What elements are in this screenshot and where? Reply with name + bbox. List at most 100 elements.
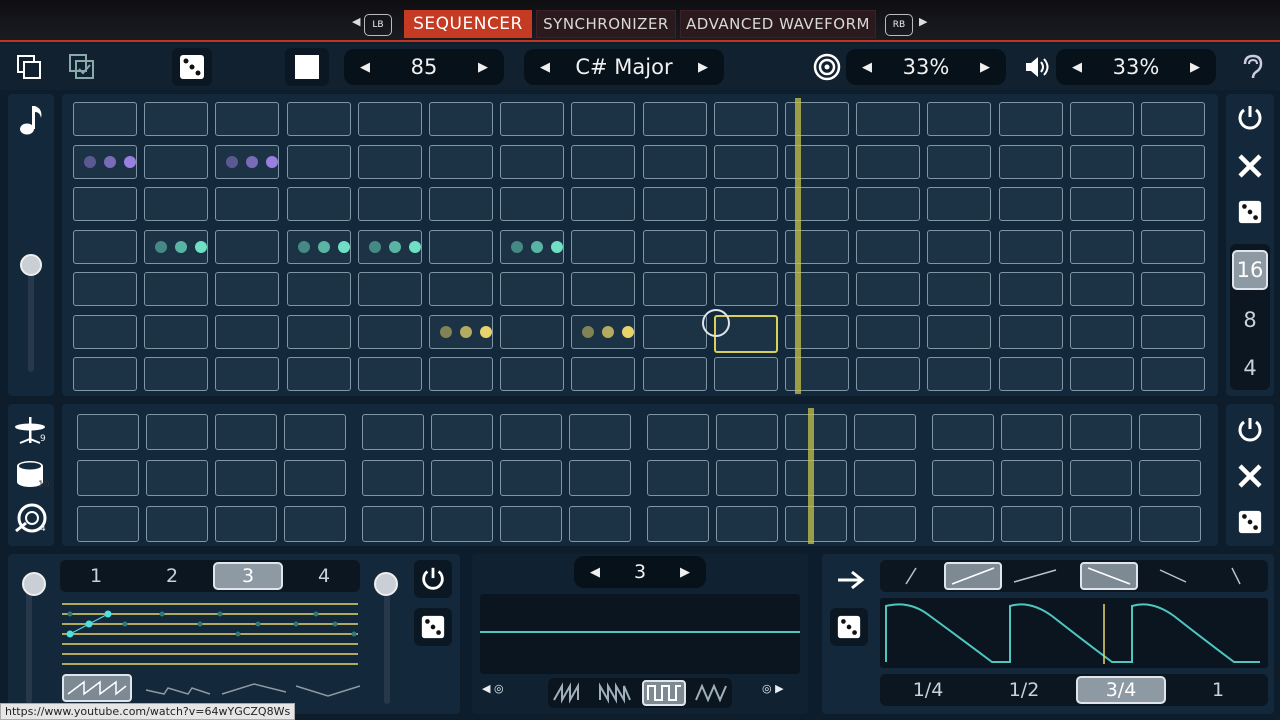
melody-cell[interactable] [1141,272,1205,306]
melody-cell[interactable] [642,272,707,306]
melody-cell[interactable] [286,314,351,349]
waveform-scroll-left-icon[interactable]: ◀ ◎ [482,682,504,695]
clear-icon[interactable] [1234,150,1266,182]
volume-decrease-icon[interactable]: ◀ [1072,60,1082,75]
melody-cell[interactable] [1069,272,1134,306]
drum-cell[interactable] [647,506,709,542]
melody-cell[interactable] [357,272,422,306]
lfo-shape-fall-steep-icon[interactable] [1224,564,1248,588]
tab-synchronizer[interactable]: SYNCHRONIZER [536,10,676,38]
melody-cell[interactable] [73,144,137,179]
drum-cell[interactable] [569,506,631,542]
melody-cell[interactable] [215,272,280,306]
wave-type-saw-icon[interactable] [552,682,586,704]
melody-cell[interactable] [1141,229,1205,264]
melody-cell[interactable] [927,272,992,306]
paste-icon[interactable] [66,52,98,82]
melody-cell[interactable] [571,314,636,349]
drum-cell[interactable] [77,506,139,542]
melody-cell[interactable] [144,144,209,179]
rb-button[interactable]: RB [885,14,913,36]
octave-slider-handle[interactable] [20,254,42,276]
pattern-slider-right-handle[interactable] [374,572,398,596]
drum-cell[interactable] [1070,414,1132,450]
tempo-selector[interactable]: ◀ 85 ▶ [344,49,504,85]
drum-cell[interactable] [215,460,277,496]
melody-cell[interactable] [1141,357,1205,391]
lb-button[interactable]: LB [364,14,392,36]
drum-cell[interactable] [932,460,994,496]
lfo-shape-shallow-icon[interactable] [1010,564,1060,588]
drum-cell[interactable] [362,414,424,450]
drum-cell[interactable] [1001,414,1063,450]
drum-cell[interactable] [1139,460,1201,496]
lfo-rate-1-2[interactable]: 1/2 [992,676,1056,704]
melody-cell[interactable] [713,102,778,136]
drum-cell[interactable] [647,414,709,450]
next-tab-arrow-icon[interactable]: ▶ [919,15,927,28]
melody-cell[interactable] [73,102,137,136]
hearing-icon[interactable] [1236,52,1266,82]
drum-cell[interactable] [146,414,208,450]
pattern-tab-1[interactable]: 1 [72,562,120,590]
drum-cell[interactable] [215,506,277,542]
pattern-tab-4[interactable]: 4 [300,562,348,590]
drum-cell[interactable] [647,460,709,496]
melody-cell[interactable] [998,272,1063,306]
tab-sequencer[interactable]: SEQUENCER [404,10,532,38]
melody-cell[interactable] [357,187,422,221]
melody-cell[interactable] [642,229,707,264]
melody-cell[interactable] [571,357,636,391]
melody-cell[interactable] [998,144,1063,179]
melody-cell[interactable] [571,187,636,221]
melody-cell[interactable] [998,187,1063,221]
melody-cell[interactable] [144,314,209,349]
melody-cell[interactable] [571,272,636,306]
lfo-rate-1[interactable]: 1 [1186,676,1250,704]
scale-next-icon[interactable]: ▶ [698,60,708,75]
melody-cell[interactable] [1069,144,1134,179]
drum-cell[interactable] [77,414,139,450]
melody-cell[interactable] [856,357,921,391]
drum-cell[interactable] [1139,414,1201,450]
step-length-16[interactable]: 16 [1232,250,1268,290]
volume-percent-selector[interactable]: ◀ 33% ▶ [1056,49,1216,85]
melody-cell[interactable] [286,144,351,179]
melody-cell[interactable] [144,272,209,306]
melody-cell[interactable] [1141,187,1205,221]
melody-cell[interactable] [500,144,565,179]
melody-cell[interactable] [927,144,992,179]
melody-cell[interactable] [73,272,137,306]
melody-cell[interactable] [642,144,707,179]
melody-cell[interactable] [500,314,565,349]
randomize-dice-icon[interactable] [172,48,212,86]
drum-cell[interactable] [785,506,847,542]
melody-cell[interactable] [429,102,493,136]
melody-cell[interactable] [927,357,992,391]
melody-cell[interactable] [215,187,280,221]
melody-cell[interactable] [998,102,1063,136]
melody-cell[interactable] [429,229,493,264]
melody-cell[interactable] [856,314,921,349]
tempo-increase-icon[interactable]: ▶ [478,60,488,75]
melody-cell[interactable] [429,314,493,349]
drum-cell[interactable] [146,460,208,496]
power-icon[interactable] [1234,102,1266,134]
melody-cell[interactable] [571,229,636,264]
wave-type-triangle-icon[interactable] [694,682,728,704]
drum-cell[interactable] [932,506,994,542]
drum-cell[interactable] [362,460,424,496]
drum-cell[interactable] [284,414,346,450]
drum-cell[interactable] [431,414,493,450]
melody-cell[interactable] [1069,102,1134,136]
melody-cell[interactable] [73,314,137,349]
melody-cell[interactable] [357,144,422,179]
waveform-selector[interactable]: ◀ 3 ▶ [574,556,706,588]
melody-cell[interactable] [856,144,921,179]
melody-cell[interactable] [429,144,493,179]
melody-cell[interactable] [713,187,778,221]
drum-cell[interactable] [500,414,562,450]
drum-cell[interactable] [431,506,493,542]
melody-cell[interactable] [500,187,565,221]
lfo-shape-fall-shallow-icon[interactable] [1156,564,1190,588]
